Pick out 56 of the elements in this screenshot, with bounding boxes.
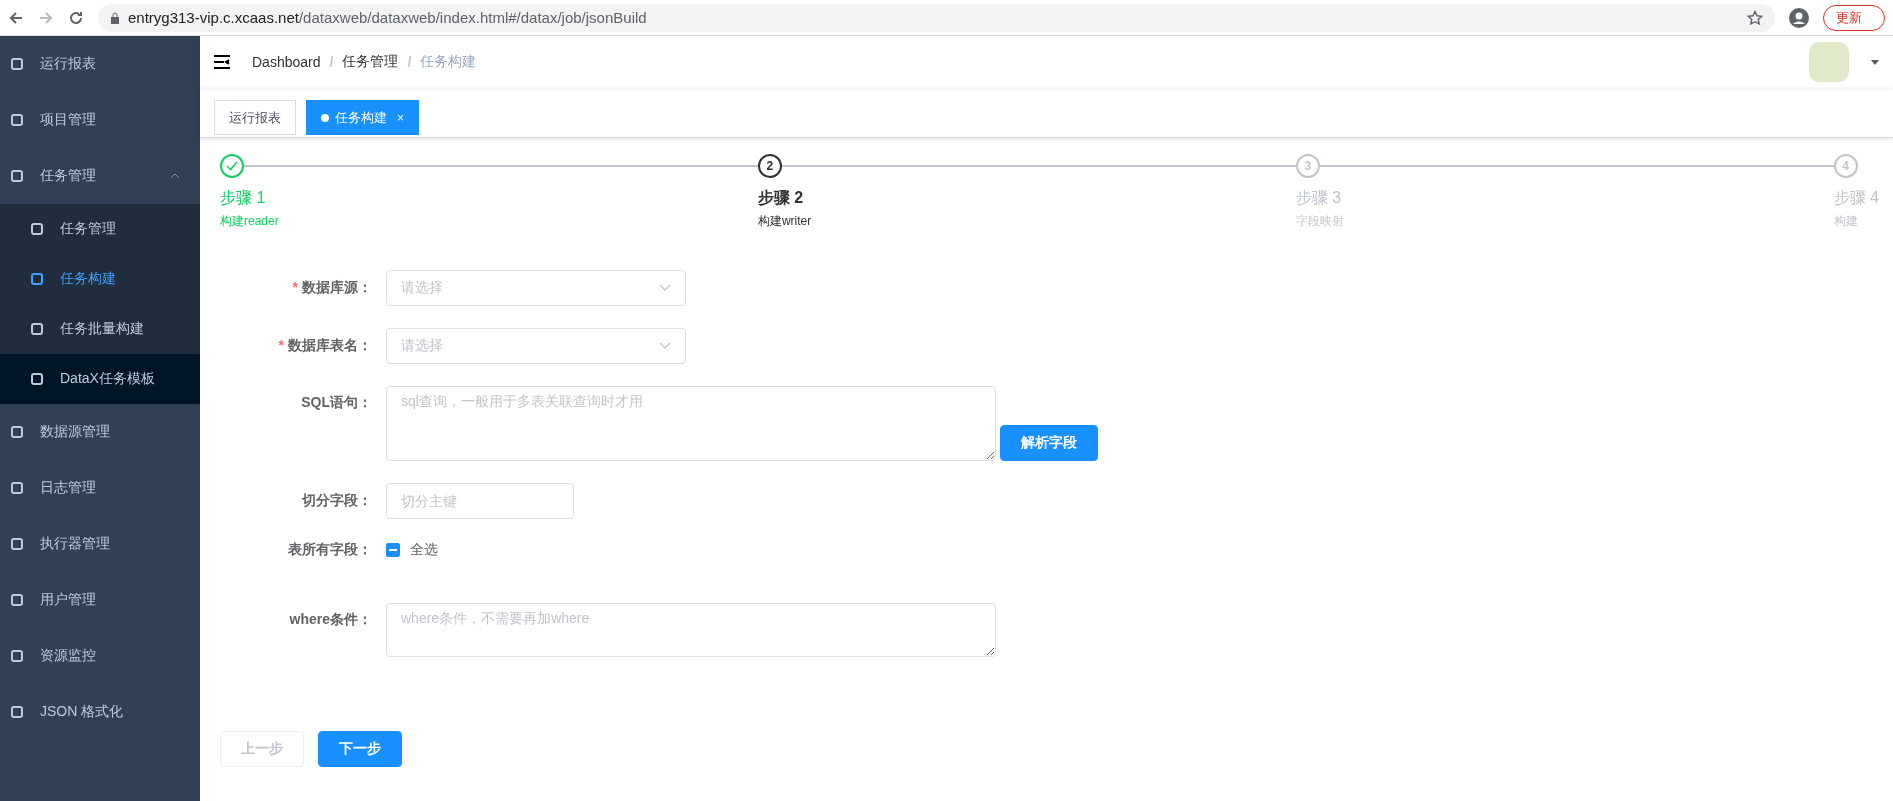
form-label: 数据库表名： [288,337,372,353]
sidebar-subitem[interactable]: 任务构建 [0,254,200,304]
sidebar-item[interactable]: 项目管理 [0,92,200,148]
checkbox-label[interactable]: 全选 [410,541,438,559]
sidebar-subitem[interactable]: 任务管理 [0,204,200,254]
step-title: 步骤 2 [757,188,805,208]
active-dot-icon [321,113,329,122]
step-title: 步骤 4 [1833,188,1879,208]
sidebar-item[interactable]: 执行器管理 [0,516,200,572]
step-number: 3 [1295,154,1320,178]
tab[interactable]: 运行报表 [214,100,296,135]
star-icon[interactable] [1747,9,1763,26]
step-title: 步骤 1 [220,188,267,208]
sidebar-item[interactable]: 资源监控 [0,628,200,684]
breadcrumb-link[interactable]: Dashboard [252,54,321,70]
checkbox[interactable] [386,543,400,557]
address-bar[interactable]: entryg313-vip.c.xcaas.net/dataxweb/dataxweb/index.html#/datax/job/jsonBuild [98,3,1775,32]
step-title: 步骤 3 [1295,188,1343,208]
breadcrumb-separator: / [329,54,334,70]
sidebar-item[interactable]: 日志管理 [0,460,200,516]
sidebar-item[interactable]: 数据源管理 [0,404,200,460]
breadcrumb-current: 任务构建 [420,53,477,71]
form-label: 表所有字段： [288,541,372,557]
form-label: where条件： [289,611,372,627]
step-number: 2 [757,154,782,178]
back-icon[interactable] [8,9,24,26]
reload-icon[interactable] [68,9,84,26]
step-description: 字段映射 [1295,213,1345,230]
form-label: 切分字段： [302,492,372,508]
required-mark: * [292,279,298,295]
account-icon[interactable] [1789,7,1809,28]
sidebar-item[interactable]: 用户管理 [0,572,200,628]
breadcrumb-link[interactable]: 任务管理 [342,53,399,71]
caret-icon[interactable] [1871,59,1879,65]
sidebar-subitem[interactable]: 任务批量构建 [0,304,200,354]
step-description: 构建reader [220,213,280,230]
sidebar-item[interactable]: JSON 格式化 [0,684,200,740]
where-textarea[interactable]: where条件，不需要再加where [386,603,996,657]
form-label: SQL语句： [301,394,372,410]
required-mark: * [278,337,284,353]
chevron-down-icon [659,342,671,350]
check-icon [220,154,244,178]
sidebar-item[interactable]: 任务管理 [0,148,200,204]
breadcrumb-separator: / [407,54,412,70]
form-label: 数据库源： [302,279,372,295]
menu-toggle-icon[interactable] [214,55,230,69]
step-description: 构建writer [757,213,813,230]
update-button[interactable]: 更新 [1823,4,1885,31]
sidebar-item[interactable]: 运行报表 [0,36,200,92]
sidebar-subitem[interactable]: DataX任务模板 [0,354,200,404]
lock-icon [110,11,120,24]
sql-textarea[interactable]: sql查询，一般用于多表关联查询时才用 [386,386,996,461]
step-number: 4 [1833,154,1858,178]
input-field[interactable]: 切分主键 [386,483,574,519]
step-description: 构建 [1833,213,1859,230]
chevron-down-icon [659,284,671,292]
